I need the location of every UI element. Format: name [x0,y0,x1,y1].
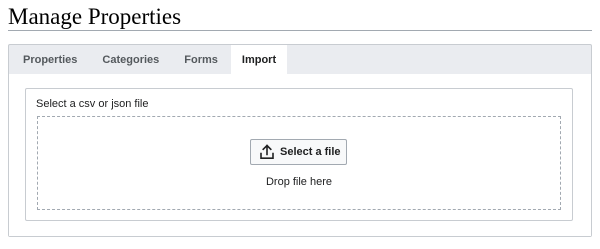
tab-forms[interactable]: Forms [172,45,231,74]
tab-import[interactable]: Import [230,45,288,75]
tab-import-label: Import [241,54,277,66]
file-dropzone[interactable]: Select a file Drop file here [37,116,561,210]
title-divider [8,30,592,31]
tab-categories-label: Categories [102,53,160,66]
tab-forms-label: Forms [184,53,218,66]
tab-properties[interactable]: Properties [9,45,87,74]
file-field-label: Select a csv or json file [36,98,149,110]
upload-icon [259,144,275,160]
page-title: Manage Properties [8,4,182,29]
properties-panel: Properties Categories Forms Import Selec… [8,44,592,237]
tab-properties-label: Properties [23,53,78,66]
select-file-label: Select a file [280,146,341,158]
tab-bar: Properties Categories Forms Import [9,45,288,75]
import-card: Select a csv or json file Select a file … [25,88,573,221]
drop-hint: Drop file here [265,176,333,188]
import-tab-panel: Select a csv or json file Select a file … [9,74,591,236]
select-file-button[interactable]: Select a file [250,139,347,165]
tab-categories[interactable]: Categories [87,45,172,74]
